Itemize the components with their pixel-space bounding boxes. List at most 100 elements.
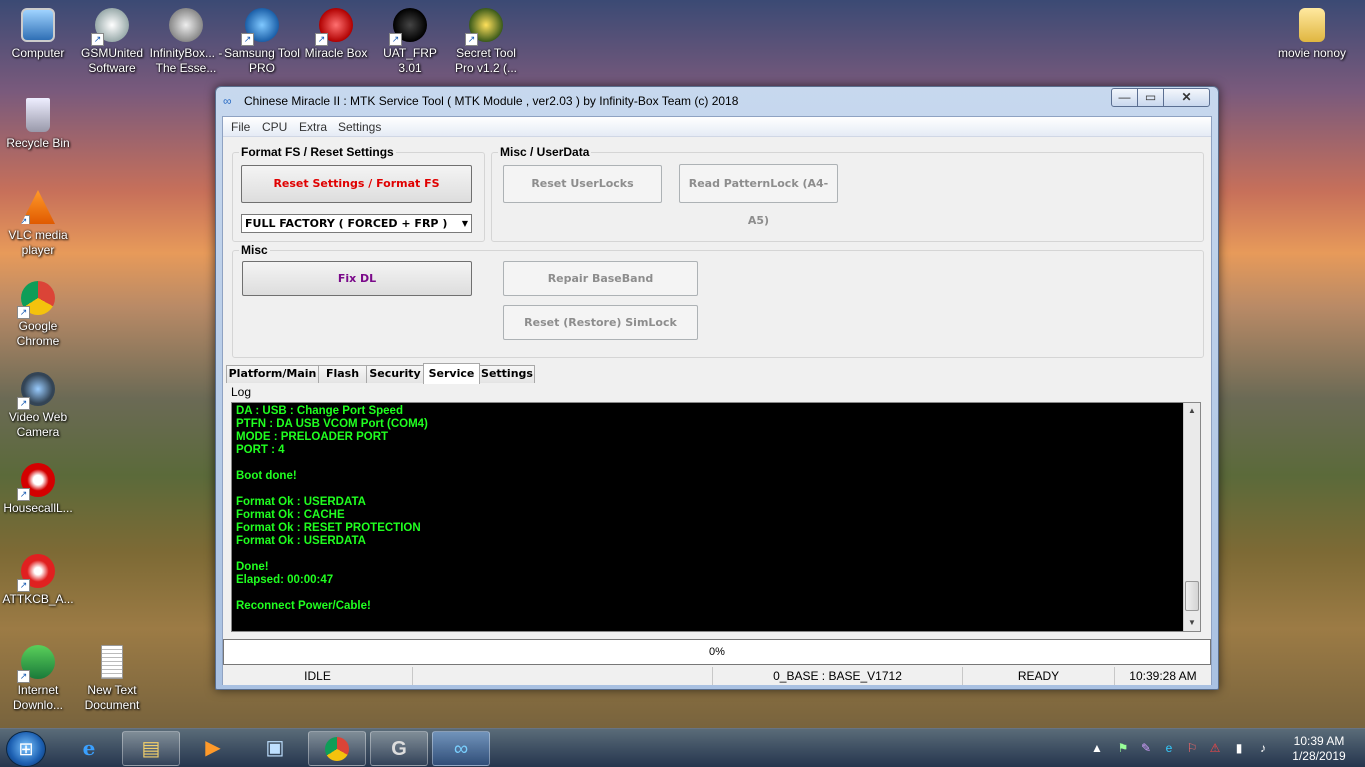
media-player-icon: ▶ xyxy=(205,737,221,759)
infinity-g-icon: G xyxy=(391,738,407,760)
desktop-icon-vlc[interactable]: VLC media player xyxy=(0,186,76,258)
network-icon[interactable]: ▮ xyxy=(1232,741,1246,755)
chrome-icon xyxy=(17,281,55,319)
desktop-icon-label: Computer xyxy=(11,46,65,60)
status-empty xyxy=(413,667,713,685)
samsung-tool-icon xyxy=(241,8,279,46)
desktop-icon-computer[interactable]: Computer xyxy=(0,4,76,61)
taskbar-infinity-g[interactable]: G xyxy=(370,731,428,766)
taskbar-ie[interactable]: e xyxy=(60,731,118,766)
pen-icon[interactable]: ✎ xyxy=(1139,741,1153,755)
desktop-icon-secret-tool[interactable]: Secret Tool Pro v1.2 (... xyxy=(448,4,524,76)
menu-bar: File CPU Extra Settings xyxy=(223,117,1211,137)
taskbar-mtk[interactable]: ∞ xyxy=(432,731,490,766)
scroll-down-icon[interactable]: ▼ xyxy=(1184,615,1200,631)
desktop-icon-label: Recycle Bin xyxy=(6,136,70,150)
uat-frp-icon xyxy=(389,8,427,46)
desktop-icon-miracle-box[interactable]: Miracle Box xyxy=(298,4,374,61)
flag-icon[interactable]: ⚐ xyxy=(1185,741,1199,755)
log-line: MODE : PRELOADER PORT xyxy=(236,431,389,443)
log-line: Format Ok : USERDATA xyxy=(236,496,366,508)
desktop-icon-webcam[interactable]: Video Web Camera xyxy=(0,368,76,440)
log-line: Boot done! xyxy=(236,470,297,482)
tab-platform-main[interactable]: Platform/Main xyxy=(226,365,319,383)
desktop-icon-gsmunited[interactable]: GSMUnited Software xyxy=(74,4,150,76)
log-label: Log xyxy=(231,385,252,399)
desktop-icon-label: Secret Tool Pro v1.2 (... xyxy=(454,46,518,75)
volume-icon[interactable]: ♪ xyxy=(1256,741,1270,755)
format-mode-select[interactable]: FULL FACTORY ( FORCED + FRP ) ▼ xyxy=(241,214,472,233)
fix-dl-button[interactable]: Fix DL xyxy=(242,261,472,296)
gsmunited-icon xyxy=(91,8,129,46)
log-panel[interactable]: DA : USB : Change Port Speed PTFN : DA US… xyxy=(231,402,1201,632)
taskbar-media-player[interactable]: ▶ xyxy=(184,731,242,766)
vlc-icon xyxy=(21,190,55,224)
tab-flash[interactable]: Flash xyxy=(318,365,367,383)
taskbar-remote-desktop[interactable]: ▣ xyxy=(246,731,304,766)
computer-icon xyxy=(21,8,55,42)
desktop-icon-label: GSMUnited Software xyxy=(80,46,144,75)
desktop-icon-recycle-bin[interactable]: Recycle Bin xyxy=(0,94,76,151)
reset-settings-format-fs-button[interactable]: Reset Settings / Format FS xyxy=(241,165,472,203)
taskbar-clock[interactable]: 10:39 AM 1/28/2019 xyxy=(1282,734,1356,764)
clock-time: 10:39 AM xyxy=(1293,734,1345,748)
show-hidden-icons[interactable]: ▲ xyxy=(1090,741,1104,755)
close-button[interactable]: ✕ xyxy=(1163,88,1210,107)
title-bar[interactable]: ∞ Chinese Miracle II : MTK Service Tool … xyxy=(216,87,1218,115)
tab-security[interactable]: Security xyxy=(366,365,424,383)
text-document-icon xyxy=(101,645,123,679)
usb-icon[interactable]: ⚠ xyxy=(1208,741,1222,755)
minimize-button[interactable]: — xyxy=(1111,88,1138,107)
desktop-icon-idm[interactable]: Internet Downlo... xyxy=(0,641,76,713)
menu-extra[interactable]: Extra xyxy=(299,120,327,134)
log-line: DA : USB : Change Port Speed xyxy=(236,405,403,417)
log-line: Done! xyxy=(236,561,269,573)
miracle-box-icon xyxy=(315,8,353,46)
edge-icon[interactable]: e xyxy=(1162,741,1176,755)
desktop-icon-label: Samsung Tool PRO xyxy=(224,46,300,75)
scroll-thumb[interactable] xyxy=(1185,581,1199,611)
desktop-icon-label: New Text Document xyxy=(84,683,140,712)
tab-service[interactable]: Service xyxy=(423,363,480,384)
log-line: Format Ok : USERDATA xyxy=(236,535,366,547)
misc-group: Misc Fix DL Repair BaseBand Reset (Resto… xyxy=(232,243,1204,358)
idm-icon xyxy=(17,645,55,683)
scroll-up-icon[interactable]: ▲ xyxy=(1184,403,1200,419)
taskbar-chrome[interactable] xyxy=(308,731,366,766)
desktop-icon-new-text-document[interactable]: New Text Document xyxy=(74,641,150,713)
menu-file[interactable]: File xyxy=(231,120,250,134)
progress-text: 0% xyxy=(709,646,725,658)
status-time: 10:39:28 AM xyxy=(1129,669,1197,683)
log-text: DA : USB : Change Port Speed PTFN : DA US… xyxy=(236,405,428,613)
log-line: Elapsed: 00:00:47 xyxy=(236,574,334,586)
tab-settings[interactable]: Settings xyxy=(479,365,535,383)
desktop-icon-label: InfinityBox... - The Esse... xyxy=(149,46,223,75)
maximize-button[interactable]: ▭ xyxy=(1137,88,1164,107)
chevron-down-icon: ▼ xyxy=(461,219,468,228)
read-patternlock-button[interactable]: Read PatternLock (A4-A5) xyxy=(679,164,838,227)
desktop-icon-attk[interactable]: ATTKCB_A... xyxy=(0,550,76,607)
explorer-icon: ▤ xyxy=(141,738,161,760)
desktop-icon-infinitybox[interactable]: InfinityBox... - The Esse... xyxy=(148,4,224,76)
progress-bar: 0% xyxy=(223,639,1211,665)
start-button[interactable]: ⊞ xyxy=(6,731,46,767)
desktop-icon-label: HousecallL... xyxy=(3,501,73,515)
desktop-icon-samsung-tool[interactable]: Samsung Tool PRO xyxy=(224,4,300,76)
desktop-icon-uat-frp[interactable]: UAT_FRP 3.01 xyxy=(372,4,448,76)
desktop-icon-chrome[interactable]: Google Chrome xyxy=(0,277,76,349)
repair-baseband-button[interactable]: Repair BaseBand xyxy=(503,261,698,296)
misc-userdata-group: Misc / UserData Reset UserLocks Read Pat… xyxy=(491,145,1204,242)
menu-settings[interactable]: Settings xyxy=(338,120,381,134)
menu-cpu[interactable]: CPU xyxy=(262,120,287,134)
desktop-icon-movie-nonoy[interactable]: movie nonoy xyxy=(1272,4,1352,61)
taskbar-explorer[interactable]: ▤ xyxy=(122,731,180,766)
log-scrollbar[interactable]: ▲ ▼ xyxy=(1183,403,1200,631)
desktop-icon-housecall[interactable]: HousecallL... xyxy=(0,459,76,516)
desktop-icon-label: VLC media player xyxy=(8,228,68,257)
windows-logo-icon: ⊞ xyxy=(18,739,34,759)
action-center-icon[interactable]: ⚑ xyxy=(1116,741,1130,755)
reset-simlock-button[interactable]: Reset (Restore) SimLock xyxy=(503,305,698,340)
mtk-icon: ∞ xyxy=(453,738,469,760)
reset-userlocks-button[interactable]: Reset UserLocks xyxy=(503,165,662,203)
